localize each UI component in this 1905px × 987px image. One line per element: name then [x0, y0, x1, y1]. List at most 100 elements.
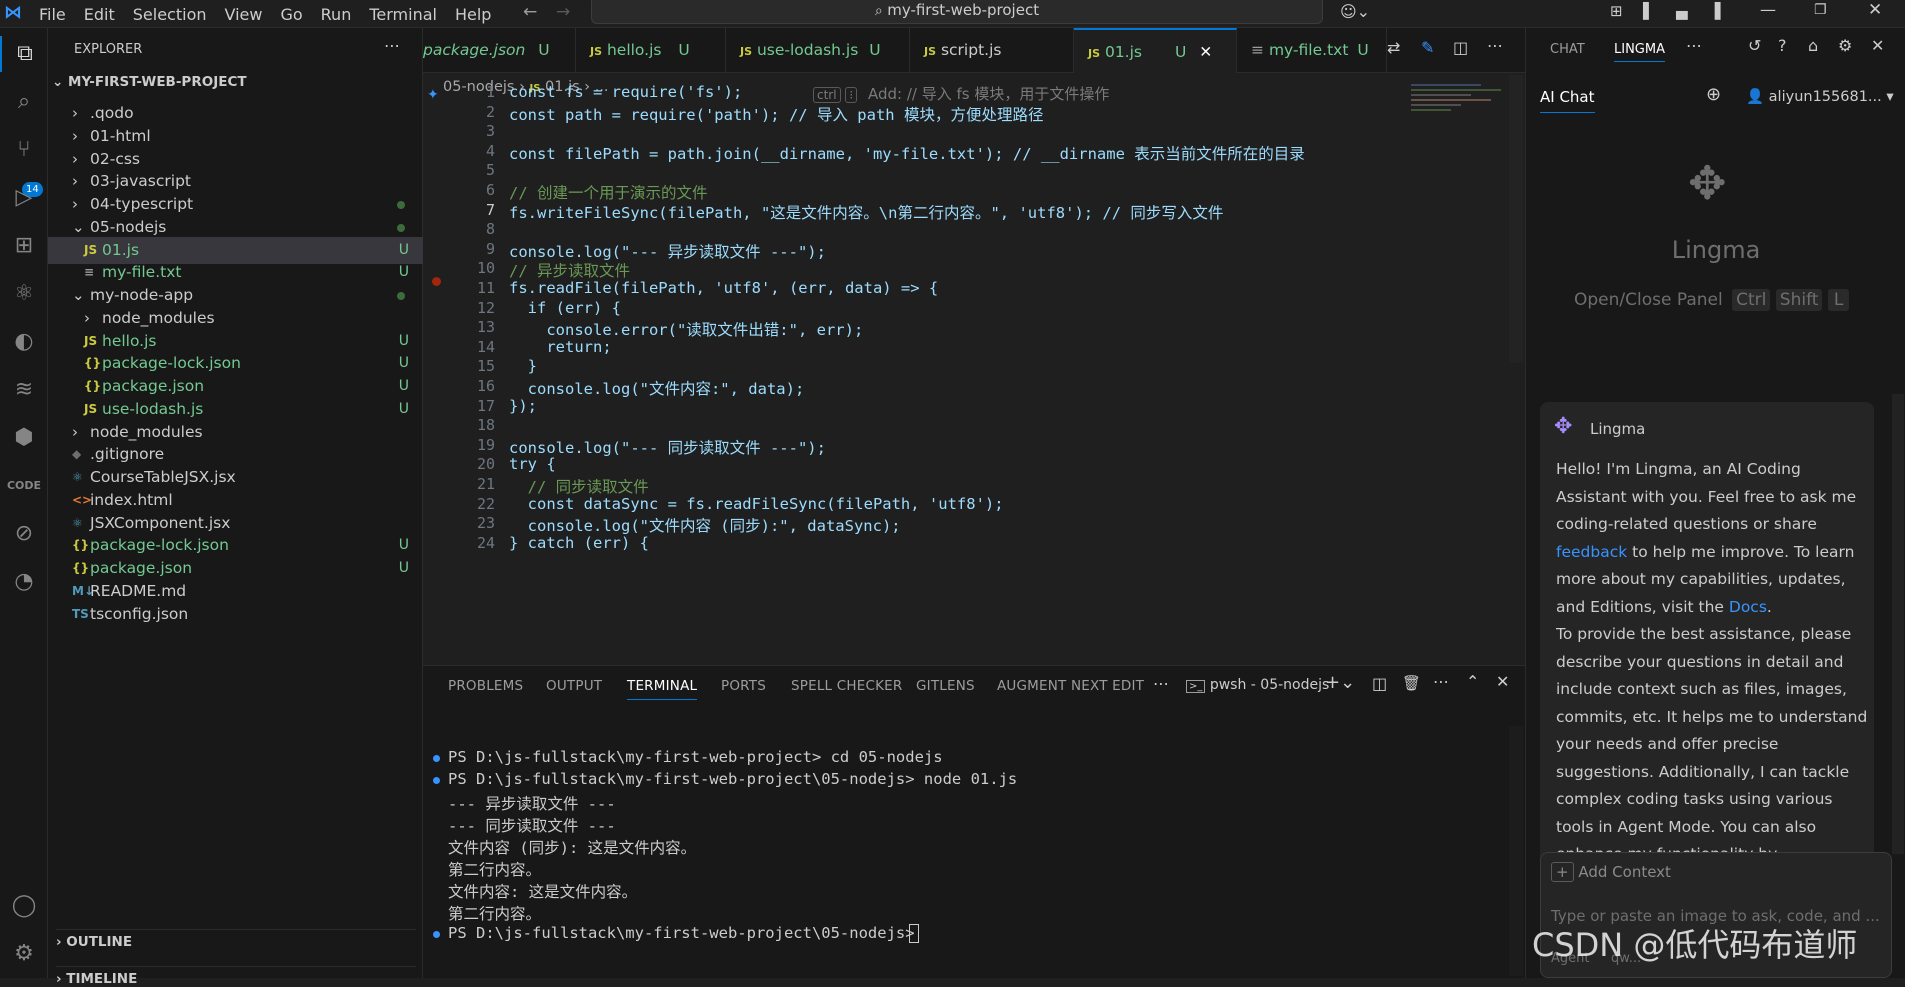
feedback-icon[interactable]: ⌂ — [1808, 36, 1818, 55]
menu-view[interactable]: View — [216, 5, 272, 24]
ts-file-icon: TS — [72, 606, 89, 621]
menu-help[interactable]: Help — [446, 5, 500, 24]
chat-more-icon[interactable]: ⋯ — [1686, 36, 1702, 55]
code-line: console.log("--- 同步读取文件 ---"); — [509, 438, 826, 457]
panel-tab-problems[interactable]: PROBLEMS — [448, 678, 523, 694]
layout-customize-icon[interactable]: ⊞ — [1610, 2, 1623, 20]
minimize-icon[interactable]: — — [1760, 0, 1776, 19]
panel-tab-gitlens[interactable]: GITLENS — [916, 678, 975, 694]
ai-suggestion-icon[interactable]: ✦ — [427, 87, 439, 103]
line-number: 13 — [476, 318, 495, 337]
history-icon[interactable]: ↺ — [1748, 36, 1761, 55]
close-window-icon[interactable]: ✕ — [1868, 0, 1882, 20]
menu-run[interactable]: Run — [312, 5, 361, 24]
code-editor[interactable]: 05-nodejs › JS 01.js › ... ✦ 1 const fs =… — [423, 73, 1525, 665]
add-context-button[interactable]: + Add Context — [1551, 862, 1671, 882]
ai-edit-icon[interactable]: ✎ — [1421, 38, 1434, 57]
inline-hint-key-icon: ⁝ — [845, 87, 858, 103]
code-line: const path = require('path'); // 导入 path… — [509, 105, 1044, 124]
tab-package-json[interactable]: package.json U — [423, 28, 576, 73]
settings-icon[interactable]: ⚙ — [1838, 36, 1852, 55]
kill-terminal-icon[interactable]: 🗑 — [1402, 674, 1421, 692]
search-icon: ⌕ — [874, 3, 888, 19]
chevron-down-icon: ▾ — [1886, 89, 1894, 105]
forward-arrow-icon[interactable]: → — [556, 2, 570, 22]
restore-icon[interactable]: ❐ — [1814, 2, 1827, 18]
terminal-more-icon[interactable]: ⋯ — [1433, 672, 1449, 691]
help-icon[interactable]: ? — [1778, 36, 1787, 55]
outline-section[interactable]: › OUTLINE — [56, 929, 416, 950]
close-panel-icon[interactable]: ✕ — [1496, 672, 1509, 691]
tab-use-lodash-js[interactable]: JS use-lodash.js U — [726, 28, 910, 73]
add-context-label: Add Context — [1578, 863, 1671, 881]
panel-tab-spell-checker[interactable]: SPELL CHECKER — [791, 678, 902, 694]
chat-scrollbar[interactable] — [1892, 394, 1904, 854]
project-root[interactable]: ⌄ MY-FIRST-WEB-PROJECT — [52, 74, 247, 90]
settings-gear-icon[interactable]: ⚙ — [6, 936, 42, 972]
menu-file[interactable]: File — [30, 5, 75, 24]
minimap[interactable] — [1411, 81, 1511, 141]
codegpt-icon[interactable]: CODE — [6, 468, 42, 504]
search-view-icon[interactable]: ⌕ — [6, 84, 42, 120]
panel-tab-output[interactable]: OUTPUT — [546, 678, 602, 694]
outline-label: OUTLINE — [66, 934, 133, 950]
docs-link[interactable]: Docs — [1729, 598, 1767, 616]
account-icon[interactable]: ◯ — [6, 888, 42, 924]
explorer-icon[interactable]: ⧉ — [0, 36, 48, 72]
menu-terminal[interactable]: Terminal — [360, 5, 446, 24]
back-arrow-icon[interactable]: ← — [523, 2, 537, 22]
panel-tab-terminal[interactable]: TERMINAL — [627, 678, 698, 700]
feedback-link[interactable]: feedback — [1556, 543, 1627, 561]
editor-more-icon[interactable]: ⋯ — [1487, 36, 1503, 55]
menu-go[interactable]: Go — [271, 5, 311, 24]
tab-status: U — [678, 41, 690, 59]
tab-script-js[interactable]: JS script.js — [910, 28, 1074, 73]
breakpoint-icon[interactable] — [432, 277, 441, 286]
new-chat-icon[interactable]: ⊕ — [1706, 84, 1721, 105]
key-ctrl: Ctrl — [1732, 289, 1771, 311]
line-number: 5 — [485, 161, 495, 180]
extensions-icon[interactable]: ⊞ — [6, 228, 42, 264]
toggle-secondary-sidebar-icon[interactable]: ▐ — [1709, 2, 1721, 20]
editor-scrollbar[interactable] — [1509, 75, 1523, 363]
terminal-selector[interactable]: >_ pwsh - 05-nodejs — [1186, 677, 1329, 693]
maximize-panel-icon[interactable]: ⌃ — [1466, 672, 1479, 691]
source-control-icon[interactable]: ⑂ — [6, 132, 42, 168]
new-terminal-icon[interactable]: +⌄ — [1325, 672, 1355, 693]
tab-my-file-txt[interactable]: ≡ my-file.txt U — [1237, 28, 1387, 73]
react-icon[interactable]: ⚛ — [6, 276, 42, 312]
python-icon[interactable]: ⬢ — [6, 420, 42, 456]
close-tab-icon[interactable]: ✕ — [1199, 43, 1212, 61]
panel-tab-augment[interactable]: AUGMENT NEXT EDIT — [997, 678, 1144, 694]
split-terminal-icon[interactable]: ◫ — [1372, 674, 1387, 693]
chat-tab-chat[interactable]: CHAT — [1550, 42, 1585, 57]
panel-more-icon[interactable]: ⋯ — [1153, 674, 1169, 693]
run-debug-icon[interactable]: ▷ — [6, 180, 42, 216]
toggle-sidebar-icon[interactable]: ▌ — [1643, 2, 1655, 20]
close-chat-icon[interactable]: ✕ — [1871, 36, 1884, 55]
remote-explorer-icon[interactable]: ≋ — [6, 372, 42, 408]
git-graph-icon[interactable]: ◔ — [6, 564, 42, 600]
gitlens-icon[interactable]: ⊘ — [6, 516, 42, 552]
timeline-section[interactable]: › TIMELINE — [56, 966, 416, 987]
copilot-icon[interactable]: ☺⌄ — [1340, 2, 1370, 21]
command-status-dot-icon — [433, 755, 440, 762]
tab-label: script.js — [940, 41, 1002, 59]
split-editor-icon[interactable]: ◫ — [1453, 38, 1468, 57]
terminal-scrollbar[interactable] — [1509, 726, 1523, 976]
menu-edit[interactable]: Edit — [75, 5, 124, 24]
subtab-ai-chat[interactable]: AI Chat — [1540, 88, 1595, 113]
chat-tab-lingma[interactable]: LINGMA — [1614, 42, 1665, 62]
tree-item[interactable]: TS tsconfig.json — [48, 601, 423, 628]
command-center-search[interactable]: ⌕ my-first-web-project — [591, 0, 1323, 24]
tab-01-js[interactable]: JS 01.js U ✕ — [1074, 28, 1237, 73]
menu-selection[interactable]: Selection — [124, 5, 216, 24]
compare-changes-icon[interactable]: ⇄ — [1387, 38, 1400, 57]
user-menu[interactable]: 👤 aliyun155681... ▾ — [1746, 88, 1894, 105]
explorer-more-icon[interactable]: ⋯ — [384, 36, 400, 55]
toggle-panel-icon[interactable]: ▄ — [1676, 2, 1688, 20]
panel-tab-ports[interactable]: PORTS — [721, 678, 766, 694]
edge-icon[interactable]: ◐ — [6, 324, 42, 360]
tab-hello-js[interactable]: JS hello.js U — [576, 28, 726, 73]
timeline-label: TIMELINE — [66, 971, 138, 987]
